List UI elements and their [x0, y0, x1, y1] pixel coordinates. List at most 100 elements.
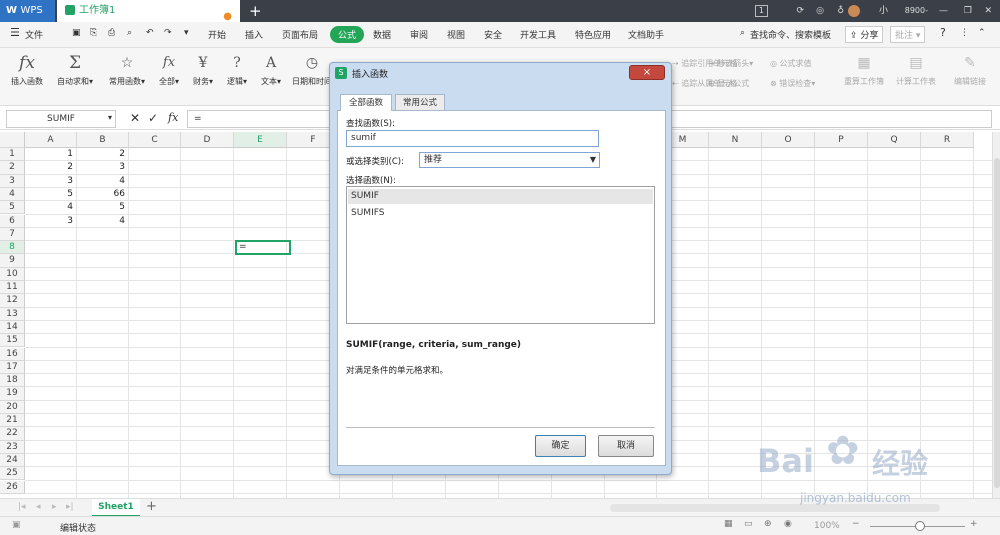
- quick-access-dropdown-icon[interactable]: ▾: [184, 28, 189, 38]
- select-all-corner[interactable]: [0, 132, 25, 148]
- row-header[interactable]: 22: [0, 427, 25, 441]
- prev-sheet-icon[interactable]: ◂: [36, 502, 41, 512]
- calc-sheet-button[interactable]: ▤ 计算工作表: [890, 52, 942, 87]
- table-cell[interactable]: 4: [79, 175, 125, 188]
- menu-tab-features[interactable]: 特色应用: [575, 28, 611, 41]
- evaluate-formula[interactable]: ◎ 公式求值: [770, 58, 812, 69]
- row-header[interactable]: 9: [0, 254, 25, 268]
- name-box[interactable]: SUMIF: [6, 110, 116, 128]
- page-break-view-icon[interactable]: ⊕: [764, 519, 772, 529]
- table-cell[interactable]: 4: [79, 215, 125, 228]
- zoom-slider-thumb[interactable]: [915, 521, 925, 531]
- row-header[interactable]: 2: [0, 161, 25, 175]
- row-header[interactable]: 5: [0, 201, 25, 215]
- ok-button[interactable]: 确定: [535, 435, 586, 457]
- skin-icon[interactable]: ◎: [816, 0, 824, 22]
- document-tab[interactable]: 工作簿1 ●: [57, 0, 240, 22]
- column-header[interactable]: B: [77, 132, 129, 148]
- zoom-level[interactable]: 100%: [814, 521, 840, 531]
- redo-icon[interactable]: ↷: [164, 28, 172, 38]
- column-header[interactable]: N: [709, 132, 762, 148]
- eye-protection-icon[interactable]: ◉: [784, 519, 792, 529]
- dialog-close-button[interactable]: ×: [629, 65, 665, 80]
- menu-tab-start[interactable]: 开始: [208, 28, 226, 41]
- next-sheet-icon[interactable]: ▸: [52, 502, 57, 512]
- row-header[interactable]: 1: [0, 148, 25, 162]
- page-layout-view-icon[interactable]: ▭: [744, 519, 753, 529]
- sync-icon[interactable]: ⟳: [796, 0, 804, 22]
- table-cell[interactable]: 2: [27, 161, 73, 174]
- shirt-icon[interactable]: ♁: [837, 0, 844, 22]
- row-header[interactable]: 7: [0, 227, 25, 242]
- normal-view-icon[interactable]: ▦: [724, 519, 733, 529]
- last-sheet-icon[interactable]: ▸|: [66, 502, 74, 512]
- vertical-scrollbar[interactable]: [992, 132, 1000, 498]
- row-header[interactable]: 17: [0, 360, 25, 375]
- cancel-button[interactable]: 取消: [598, 435, 654, 457]
- function-search-input[interactable]: sumif: [346, 130, 599, 147]
- table-cell[interactable]: 3: [79, 161, 125, 174]
- avatar[interactable]: [848, 5, 860, 17]
- name-box-dropdown-icon[interactable]: ▾: [108, 113, 112, 122]
- help-icon[interactable]: ?: [940, 26, 946, 39]
- share-button[interactable]: ⇪ 分享: [845, 26, 884, 43]
- macro-icon[interactable]: ▣: [12, 520, 21, 530]
- insert-function-button[interactable]: fx 插入函数: [6, 52, 48, 87]
- menu-tab-view[interactable]: 视图: [447, 28, 465, 41]
- column-header[interactable]: E: [234, 132, 287, 148]
- horizontal-scrollbar[interactable]: [610, 504, 940, 512]
- confirm-formula-icon[interactable]: ✓: [148, 111, 158, 125]
- row-header[interactable]: 19: [0, 387, 25, 401]
- autosum-button[interactable]: Σ 自动求和▾: [52, 52, 98, 87]
- table-cell[interactable]: 3: [27, 175, 73, 188]
- column-header[interactable]: Q: [868, 132, 921, 148]
- row-header[interactable]: 18: [0, 374, 25, 388]
- first-sheet-icon[interactable]: |◂: [18, 502, 26, 512]
- row-header[interactable]: 21: [0, 414, 25, 428]
- wps-home-tab[interactable]: W WPS: [0, 0, 55, 22]
- close-window-icon[interactable]: ✕: [984, 0, 992, 22]
- more-icon[interactable]: ⋮: [960, 28, 969, 38]
- save-icon[interactable]: ▣: [72, 28, 81, 38]
- print-icon[interactable]: ⎙: [108, 28, 115, 38]
- menu-tab-data[interactable]: 数据: [373, 28, 391, 41]
- zoom-out-icon[interactable]: −: [852, 519, 860, 529]
- table-cell[interactable]: 1: [27, 148, 73, 161]
- new-tab-button[interactable]: +: [249, 0, 262, 22]
- menu-tab-insert[interactable]: 插入: [245, 28, 263, 41]
- menu-tab-page-layout[interactable]: 页面布局: [282, 28, 318, 41]
- table-cell[interactable]: 3: [27, 215, 73, 228]
- zoom-in-icon[interactable]: +: [970, 519, 978, 529]
- error-checking[interactable]: ⊗ 错误检查▾: [770, 78, 815, 89]
- row-header[interactable]: 13: [0, 307, 25, 321]
- function-list[interactable]: SUMIF SUMIFS: [346, 186, 655, 324]
- row-header[interactable]: 6: [0, 214, 25, 228]
- table-cell[interactable]: 2: [79, 148, 125, 161]
- text-button[interactable]: A 文本▾: [256, 52, 286, 87]
- remove-arrows[interactable]: ⇥ 移去箭头▾: [708, 58, 753, 69]
- row-header[interactable]: 4: [0, 187, 25, 202]
- undo-icon[interactable]: ↶: [146, 28, 154, 38]
- column-header[interactable]: O: [762, 132, 815, 148]
- datetime-button[interactable]: ◷ 日期和时间: [290, 52, 334, 87]
- list-item-sumifs[interactable]: SUMIFS: [348, 206, 653, 221]
- cancel-formula-icon[interactable]: ✕: [130, 111, 140, 125]
- restore-icon[interactable]: ❐: [964, 0, 972, 22]
- list-item-sumif[interactable]: SUMIF: [348, 189, 653, 204]
- table-cell[interactable]: 66: [79, 188, 125, 201]
- row-header[interactable]: 14: [0, 320, 25, 335]
- scroll-thumb[interactable]: [994, 158, 1000, 488]
- add-sheet-button[interactable]: +: [146, 499, 157, 514]
- tab-common-formulas[interactable]: 常用公式: [395, 94, 445, 111]
- show-formulas[interactable]: ⊞ 显示公式: [708, 78, 749, 89]
- column-header[interactable]: R: [921, 132, 974, 148]
- edit-links-button[interactable]: ✎ 编辑链接: [948, 52, 992, 87]
- active-cell-e8[interactable]: =: [235, 240, 291, 255]
- tab-all-functions[interactable]: 全部函数: [340, 94, 392, 111]
- all-functions-button[interactable]: fx 全部▾: [154, 52, 184, 87]
- row-header[interactable]: 15: [0, 334, 25, 348]
- row-header[interactable]: 24: [0, 453, 25, 468]
- file-menu[interactable]: 文件: [25, 28, 43, 41]
- row-header[interactable]: 8: [0, 241, 25, 255]
- column-header[interactable]: P: [815, 132, 868, 148]
